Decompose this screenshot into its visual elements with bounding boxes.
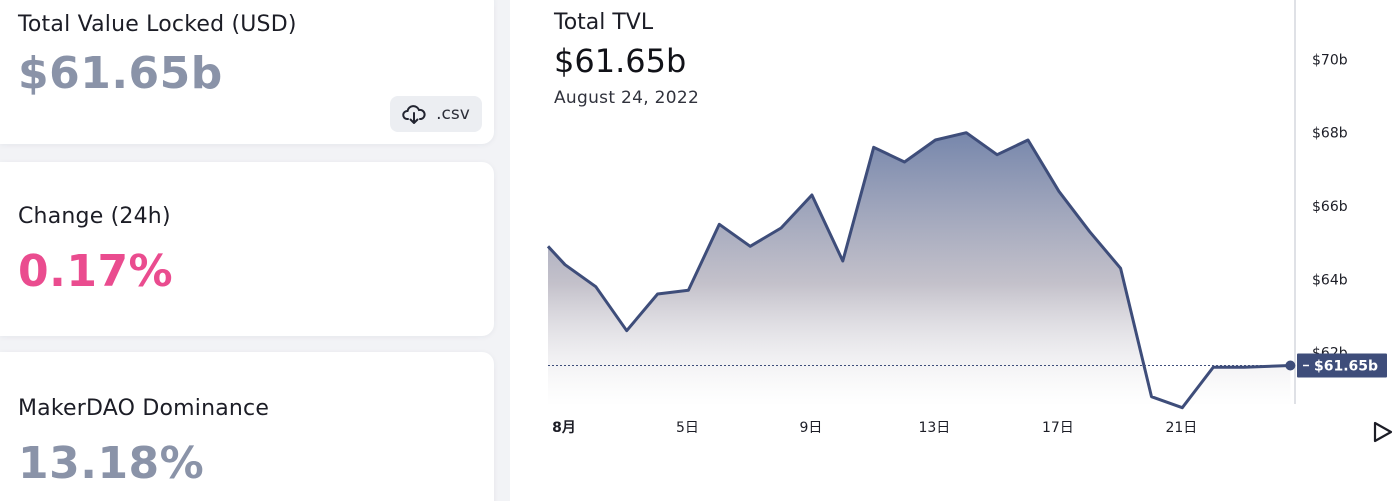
tvl-area — [548, 132, 1291, 408]
y-tick-label: $64b — [1312, 272, 1348, 288]
tvl-card: Total Value Locked (USD) $61.65b .csv — [0, 0, 494, 144]
csv-label: .csv — [436, 104, 470, 124]
chart-date: August 24, 2022 — [554, 88, 700, 108]
stats-column: Total Value Locked (USD) $61.65b .csv Ch… — [0, 0, 510, 501]
change-label: Change (24h) — [18, 204, 171, 229]
change-value: 0.17% — [18, 246, 174, 297]
x-tick-label: 21日 — [1165, 420, 1197, 436]
y-tick-label: $68b — [1312, 126, 1348, 142]
tvl-chart-panel: $62b$64b$66b$68b$70b$61.65b8月5日9日13日17日2… — [510, 0, 1400, 501]
play-icon[interactable] — [1372, 420, 1394, 444]
y-tick-label: $70b — [1312, 52, 1348, 68]
cloud-download-icon — [402, 105, 426, 124]
current-value-marker — [1285, 360, 1296, 371]
x-tick-label: 17日 — [1042, 420, 1074, 436]
x-tick-label: 8月 — [552, 420, 576, 436]
change-card: Change (24h) 0.17% — [0, 162, 494, 336]
x-tick-label: 9日 — [799, 420, 822, 436]
dominance-card: MakerDAO Dominance 13.18% — [0, 352, 494, 501]
chart-title: Total TVL — [554, 10, 654, 35]
chart-current-value: $61.65b — [554, 42, 687, 80]
dominance-value: 13.18% — [18, 438, 205, 489]
y-tick-label: $66b — [1312, 199, 1348, 215]
x-tick-label: 5日 — [676, 420, 699, 436]
dominance-label: MakerDAO Dominance — [18, 396, 270, 421]
tvl-value: $61.65b — [18, 48, 223, 99]
download-csv-button[interactable]: .csv — [390, 96, 482, 132]
tvl-label: Total Value Locked (USD) — [18, 12, 297, 37]
current-value-label: $61.65b — [1314, 359, 1378, 375]
x-tick-label: 13日 — [918, 420, 950, 436]
